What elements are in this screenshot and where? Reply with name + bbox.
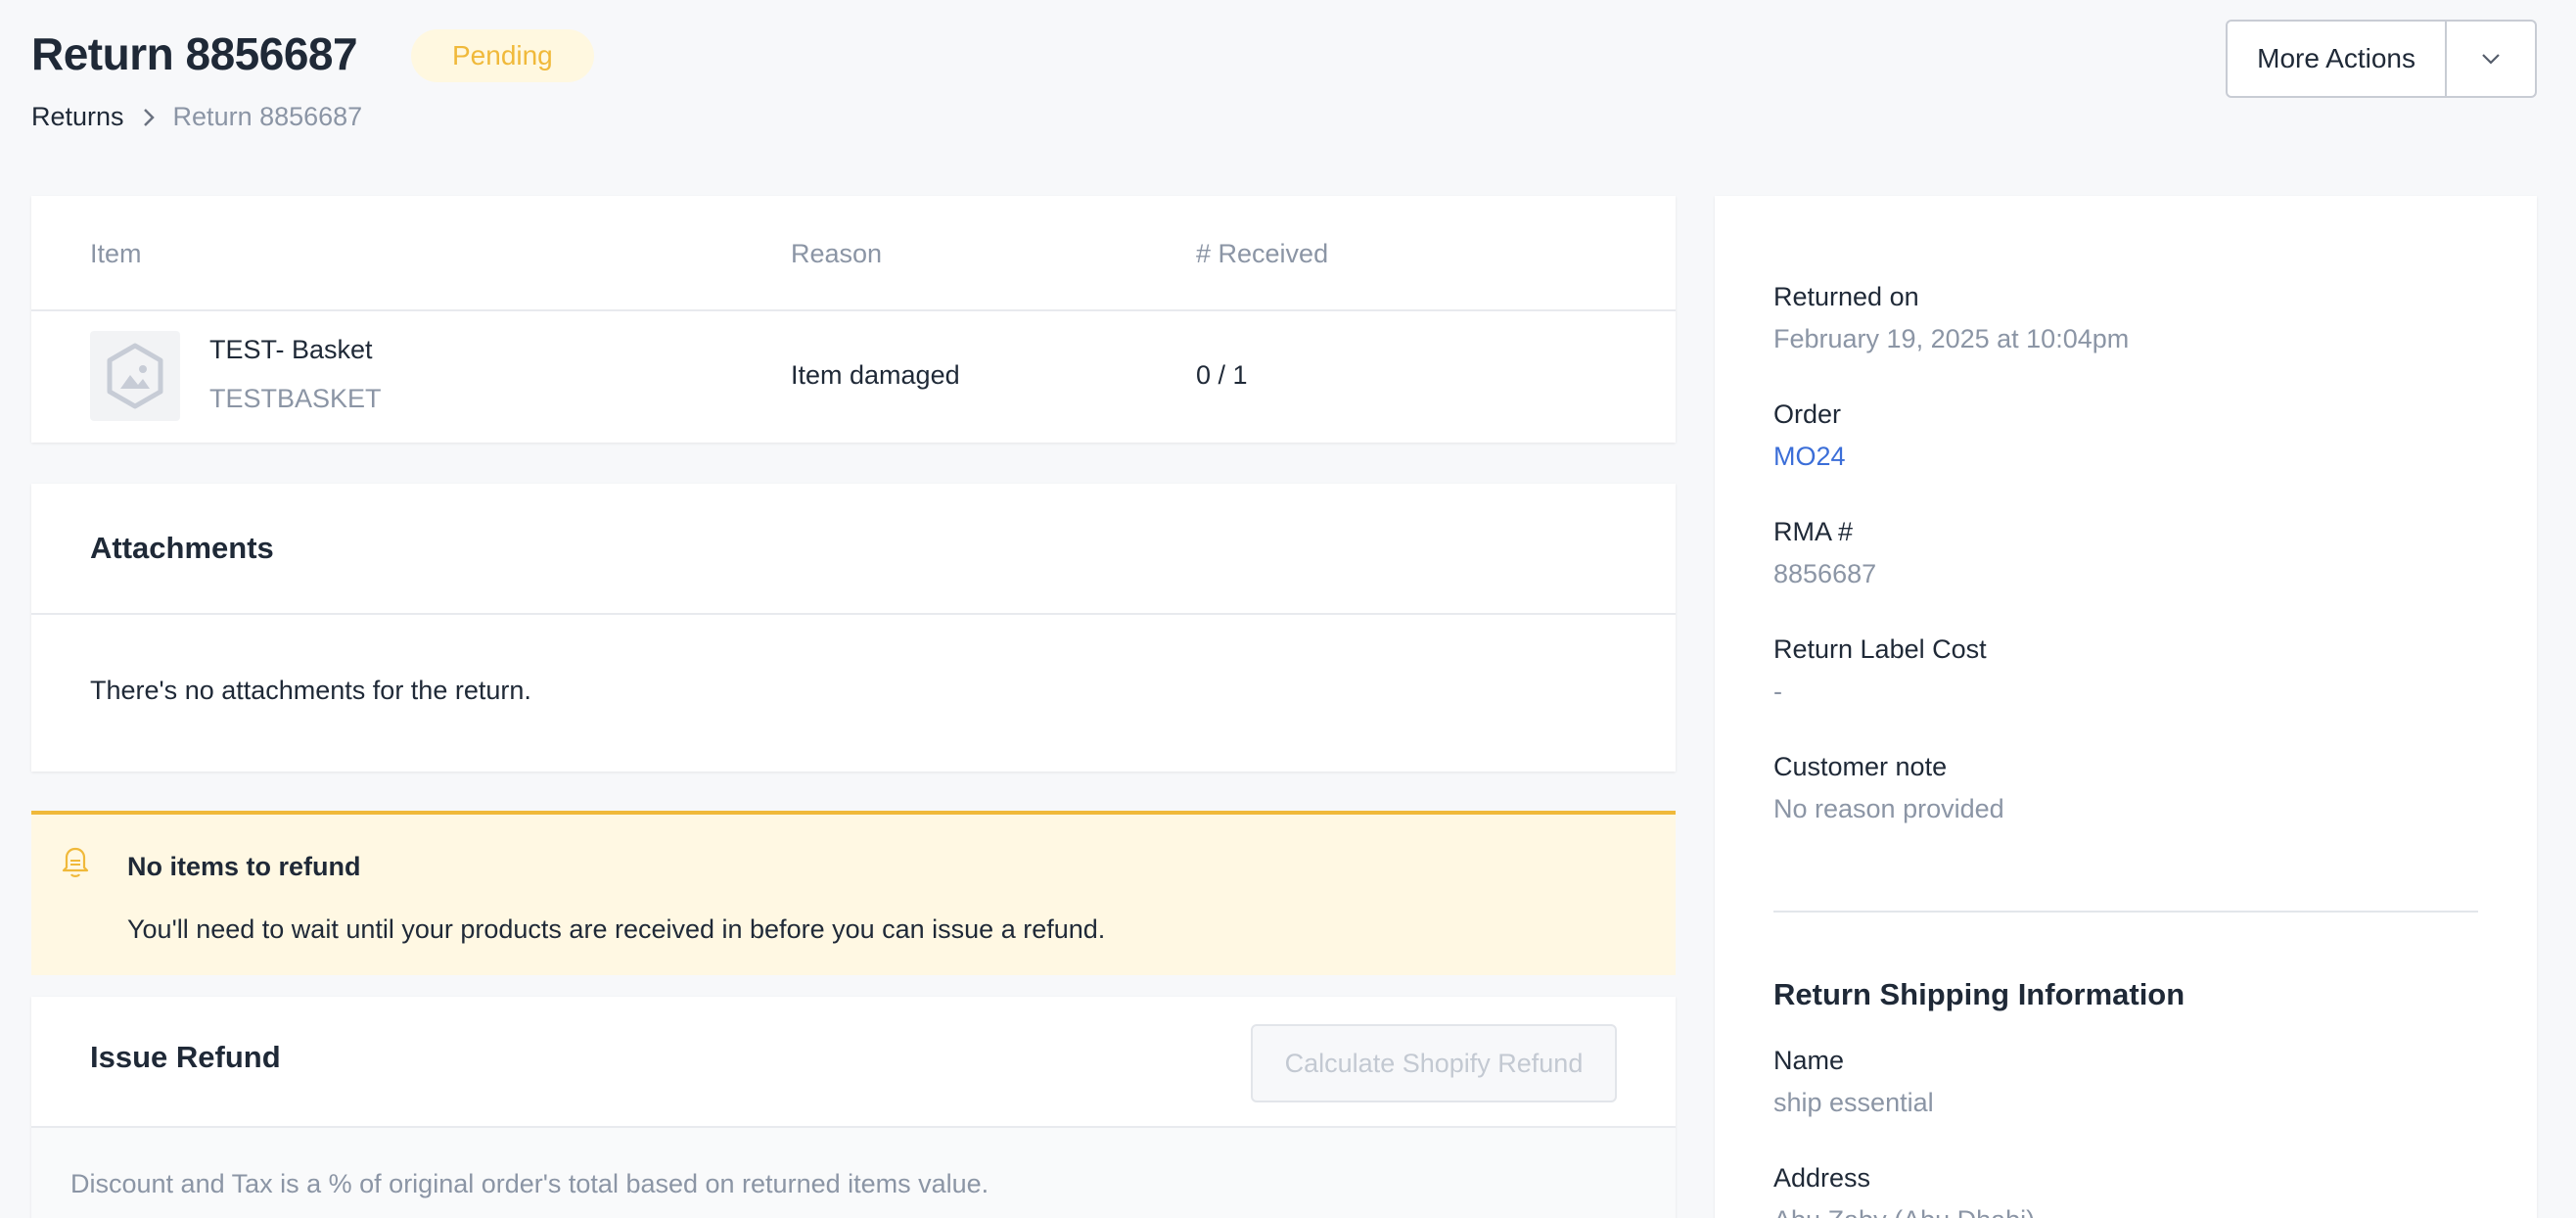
attachments-empty-text: There's no attachments for the return. [90, 676, 531, 705]
chevron-down-icon [2482, 54, 2500, 65]
return-items-card: Item Reason # Received TEST- Basket TEST… [31, 196, 1676, 443]
more-actions-group: More Actions [2226, 20, 2537, 98]
return-details-panel: Returned on February 19, 2025 at 10:04pm… [1715, 196, 2537, 1218]
status-badge: Pending [411, 29, 594, 82]
page-title: Return 8856687 [31, 28, 358, 79]
details-divider [1773, 911, 2478, 913]
rma-label: RMA # [1773, 517, 1854, 546]
breadcrumb-returns-link[interactable]: Returns [31, 102, 124, 132]
rma-value: 8856687 [1773, 559, 1877, 588]
column-item: Item [90, 239, 142, 268]
column-reason: Reason [791, 239, 883, 268]
shipping-address-value: Abu Zaby (Abu Dhabi) [1773, 1205, 2035, 1218]
alert-title: No items to refund [127, 852, 361, 881]
breadcrumb: Returns Return 8856687 [31, 102, 362, 132]
returned-on-label: Returned on [1773, 282, 1919, 311]
more-actions-dropdown-toggle[interactable] [2447, 22, 2535, 96]
order-link[interactable]: MO24 [1773, 442, 1846, 472]
calculate-shopify-refund-button[interactable]: Calculate Shopify Refund [1251, 1024, 1617, 1102]
no-refund-alert: No items to refund You'll need to wait u… [31, 811, 1676, 975]
product-image-placeholder-icon [90, 331, 180, 421]
customer-note-value: No reason provided [1773, 794, 2004, 823]
order-label: Order [1773, 399, 1842, 429]
table-row: TEST- Basket TESTBASKET Item damaged 0 /… [31, 311, 1676, 441]
return-label-cost-label: Return Label Cost [1773, 634, 1987, 664]
returned-on-value: February 19, 2025 at 10:04pm [1773, 324, 2130, 353]
chevron-right-icon [138, 107, 160, 128]
shipping-address-field: Address Abu Zaby (Abu Dhabi) [1773, 1163, 2035, 1218]
issue-refund-card: Issue Refund Calculate Shopify Refund Di… [31, 997, 1676, 1218]
shipping-address-label: Address [1773, 1163, 1871, 1193]
shipping-name-label: Name [1773, 1046, 1845, 1075]
item-sku: TESTBASKET [209, 384, 382, 413]
more-actions-button[interactable]: More Actions [2228, 22, 2447, 96]
rma-field: RMA # 8856687 [1773, 517, 1876, 589]
shipping-info-title: Return Shipping Information [1773, 977, 2185, 1011]
issue-refund-header: Issue Refund Calculate Shopify Refund [31, 997, 1676, 1128]
return-label-cost-field: Return Label Cost - [1773, 634, 1987, 707]
items-table-header: Item Reason # Received [31, 196, 1676, 311]
item-received-count: 0 / 1 [1196, 360, 1248, 390]
alert-message: You'll need to wait until your products … [127, 914, 1106, 944]
shipping-name-field: Name ship essential [1773, 1046, 1934, 1118]
returned-on-field: Returned on February 19, 2025 at 10:04pm [1773, 282, 2129, 354]
item-reason: Item damaged [791, 360, 960, 390]
attachments-card: Attachments There's no attachments for t… [31, 484, 1676, 772]
refund-note: Discount and Tax is a % of original orde… [31, 1128, 1676, 1218]
return-label-cost-value: - [1773, 677, 1782, 706]
attachments-title: Attachments [31, 484, 1676, 615]
issue-refund-title: Issue Refund [90, 1040, 281, 1074]
order-field: Order MO24 [1773, 399, 1846, 472]
bell-icon [62, 847, 89, 877]
breadcrumb-current: Return 8856687 [172, 102, 363, 131]
item-name: TEST- Basket [209, 335, 373, 364]
customer-note-label: Customer note [1773, 752, 1948, 781]
column-received: # Received [1196, 239, 1329, 268]
shipping-name-value: ship essential [1773, 1088, 1934, 1117]
customer-note-field: Customer note No reason provided [1773, 752, 2004, 824]
